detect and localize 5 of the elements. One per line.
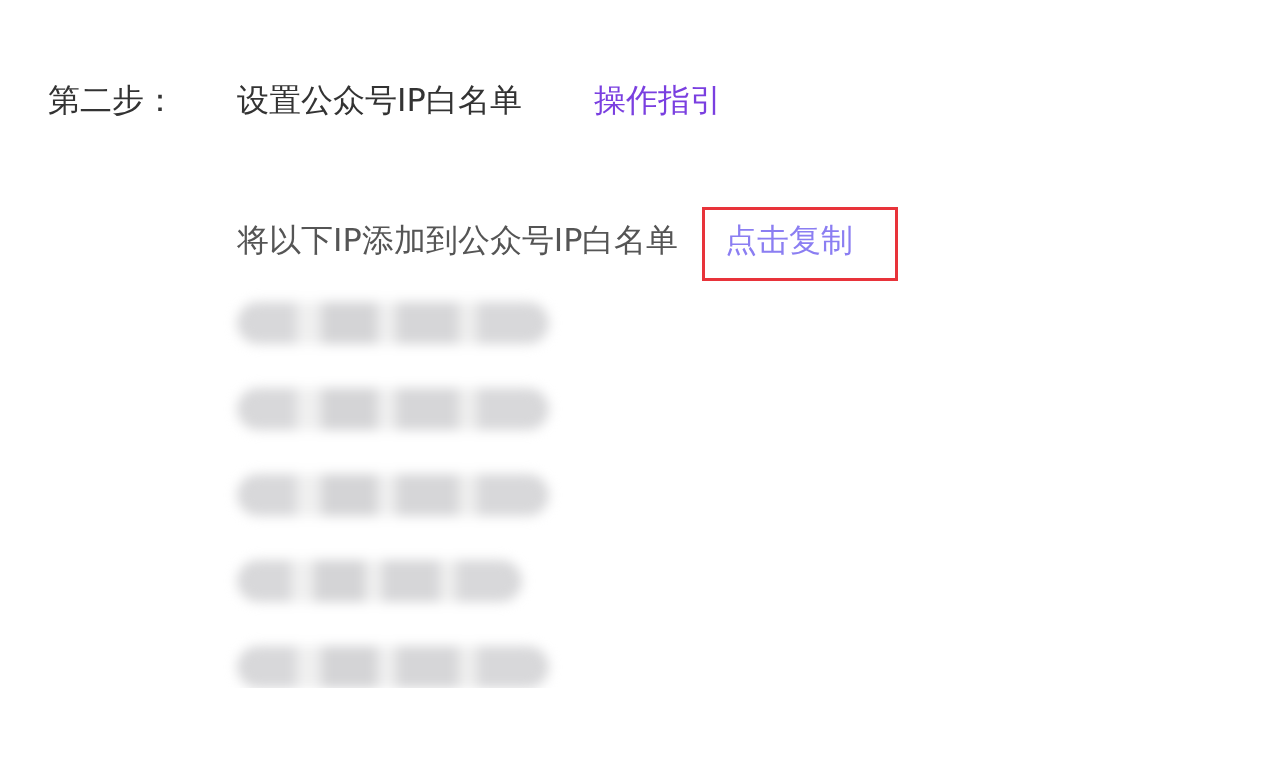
step-title: 设置公众号IP白名单 [237, 80, 522, 121]
guide-link[interactable]: 操作指引 [593, 76, 722, 124]
step-label: 第二步： [48, 80, 177, 121]
instruction-text: 将以下IP添加到公众号IP白名单 [237, 220, 679, 261]
copy-link[interactable]: 点击复制 [702, 207, 899, 281]
